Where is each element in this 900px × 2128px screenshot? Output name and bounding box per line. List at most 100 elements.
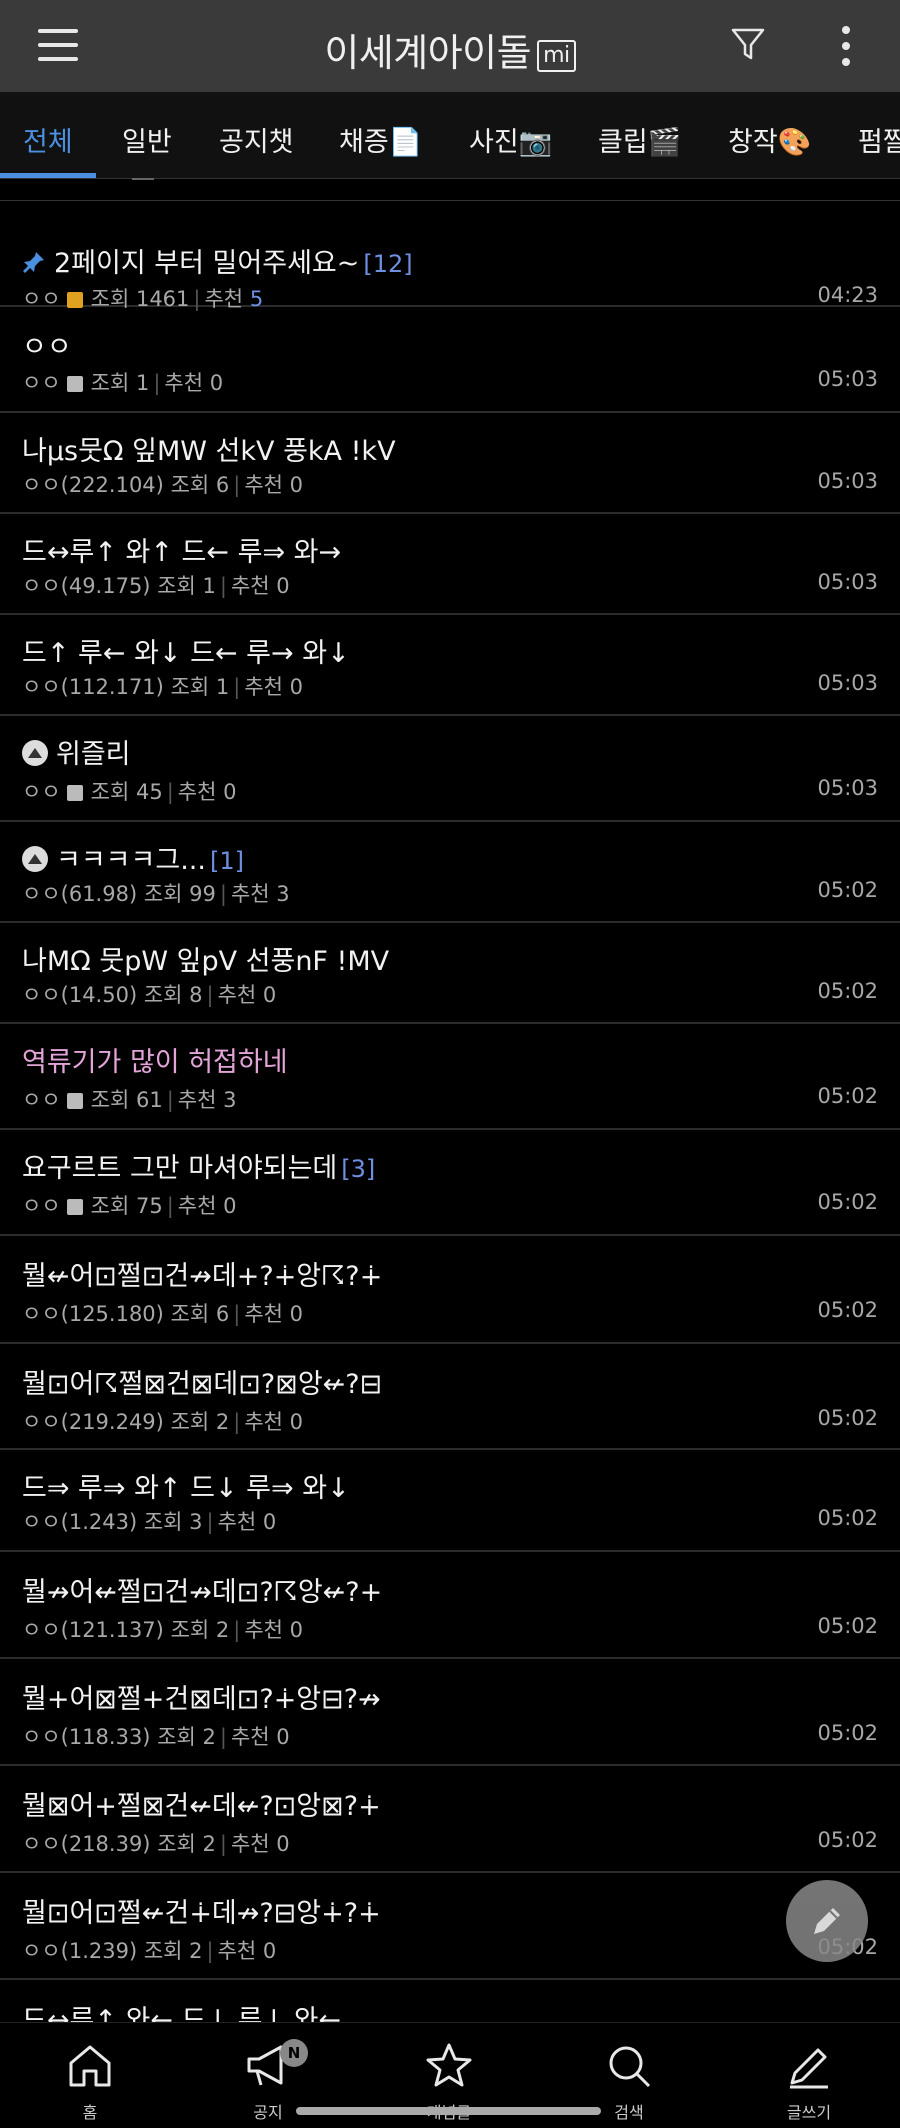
post-title-text: 뭘⊡어⊡쩔↚건∔데↛?⊟앙∔?∔ — [22, 1898, 381, 1929]
post-title: 뭘↛어↚쩔⊡건↛데⊡?☈앙↚?+ — [22, 1570, 382, 1609]
post-title-text: 요구르트 그만 마셔야되는데 — [22, 1153, 338, 1184]
tab-clip[interactable]: 클립🎬 — [598, 120, 681, 159]
post-author: ㅇㅇ(218.39) — [22, 1832, 151, 1856]
system-home-indicator[interactable] — [296, 2107, 601, 2115]
recommend-count: 추천 0 — [244, 1410, 304, 1434]
list-item[interactable]: 뭘⊡어⊡쩔↚건∔데↛?⊟앙∔?∔ ㅇㅇ(1.239) 조회 2|추천 0 05:… — [0, 1873, 900, 1980]
post-time: 05:02 — [817, 1190, 878, 1214]
list-item[interactable]: 드↑ 루← 와↓ 드← 루→ 와↓ ㅇㅇ(112.171) 조회 1 | 추천 0 … — [0, 615, 900, 716]
comment-count: [3] — [341, 1155, 376, 1183]
post-author: ㅇㅇ — [22, 1194, 61, 1218]
list-item[interactable]: 뭘⊠어+쩔⊠건↚데↚?⊡앙⊠?∔ ㅇㅇ(218.39) 조회 2 | 추천 0 05… — [0, 1766, 900, 1873]
post-title-text: 위즐리 — [56, 739, 131, 770]
tab-photo[interactable]: 사진📷 — [469, 120, 552, 159]
recommend-count: 추천 0 — [244, 473, 304, 497]
more-options-icon[interactable] — [842, 26, 850, 74]
recommend-count: 추천 0 — [217, 1939, 277, 1963]
write-post-button[interactable] — [786, 1880, 868, 1962]
pencil-icon — [814, 1908, 840, 1934]
post-title: 역류기가 많이 허접하네 — [22, 1040, 288, 1079]
post-time: 05:03 — [817, 367, 878, 391]
post-meta: ㅇㅇ(121.137) 조회 2 | 추천 0 — [22, 1618, 304, 1642]
list-item[interactable]: 뭘↛어↚쩔⊡건↛데⊡?☈앙↚?+ ㅇㅇ(121.137) 조회 2 | 추천 0 0… — [0, 1552, 900, 1659]
post-title-text: 뭘↚어⊡쩔⊡건↛데+?∔앙☈?∔ — [22, 1261, 383, 1292]
half-fixed-nick-icon — [66, 1199, 83, 1215]
post-meta: ㅇㅇ(125.180) 조회 6 | 추천 0 — [22, 1302, 304, 1326]
post-title-text: ㅇㅇ — [22, 332, 72, 363]
top-app-bar: 이세계아이돌 mi — [0, 0, 900, 92]
filter-icon[interactable] — [730, 26, 766, 66]
list-item[interactable]: 역류기가 많이 허접하네 ㅇㅇ 조회 61 | 추천 3 05:02 — [0, 1024, 900, 1130]
post-meta: ㅇㅇ(218.39) 조회 2 | 추천 0 — [22, 1832, 290, 1856]
post-title: 뭘↚어⊡쩔⊡건↛데+?∔앙☈?∔ — [22, 1254, 382, 1293]
minor-gallery-badge: mi — [537, 40, 576, 72]
post-title-text: 드⇒ 루⇒ 와↑ 드↓ 루⇒ 와↓ — [22, 1473, 350, 1504]
recommend-count: 추천 0 — [177, 780, 237, 804]
list-item[interactable]: 뭘+어⊠쩔+건⊠데⊡?∔앙⊟?↛ ㅇㅇ(118.33) 조회 2 | 추천 0 05… — [0, 1659, 900, 1766]
nav-write[interactable]: 글쓰기 — [749, 2041, 869, 2123]
list-item[interactable]: 위즐리 ㅇㅇ 조회 45 | 추천 0 05:03 — [0, 716, 900, 822]
list-item[interactable]: 뭘↚어⊡쩔⊡건↛데+?∔앙☈?∔ ㅇㅇ(125.180) 조회 6 | 추천 0 0… — [0, 1236, 900, 1344]
tab-evidence[interactable]: 채증📄 — [339, 120, 422, 159]
tab-all[interactable]: 전체 — [23, 120, 73, 159]
view-count: 조회 2 — [170, 1410, 230, 1434]
post-title: 2페이지 부터 밀어주세요~ [12] — [22, 241, 413, 280]
post-meta: ㅇㅇ(219.249) 조회 2 | 추천 0 — [22, 1410, 304, 1434]
list-item[interactable]: 나MΩ 뭇pW 잎pV 선풍nF !MV ㅇㅇ(14.50) 조회 8 | 추천 0… — [0, 923, 900, 1024]
post-author: ㅇㅇ(14.50) — [22, 983, 138, 1007]
post-title-text: 나MΩ 뭇pW 잎pV 선풍nF !MV — [22, 946, 390, 977]
image-post-icon — [22, 740, 48, 766]
post-title-text: 뭘↛어↚쩔⊡건↛데⊡?☈앙↚?+ — [22, 1577, 383, 1608]
list-item[interactable]: 요구르트 그만 마셔야되는데 [3] ㅇㅇ 조회 75 | 추천 0 05:02 — [0, 1130, 900, 1236]
nav-home[interactable]: 홈 — [30, 2041, 150, 2123]
tab-creation[interactable]: 창작🎨 — [728, 120, 811, 159]
post-title: ㅋㅋㅋㅋ그... [1] — [22, 838, 244, 877]
post-time: 05:03 — [817, 671, 878, 695]
home-icon — [69, 2045, 111, 2087]
post-meta: ㅇㅇ(49.175) 조회 1 | 추천 0 — [22, 574, 290, 598]
tab-notice-chat[interactable]: 공지챗 — [219, 120, 294, 159]
recommend-count: 추천 0 — [230, 1725, 290, 1749]
post-meta: ㅇㅇ 조회 1 | 추천 0 — [22, 371, 224, 395]
list-item[interactable]: 2페이지 부터 밀어주세요~ [12] ㅇㅇ 조회 1461 | 추천 5 04:23 — [0, 201, 900, 311]
tab-general[interactable]: 일반 — [122, 120, 172, 159]
post-title: 위즐리 — [22, 732, 131, 771]
post-meta: ㅇㅇ(118.33) 조회 2 | 추천 0 — [22, 1725, 290, 1749]
recommend-count: 추천 0 — [217, 983, 277, 1007]
view-count: 조회 8 — [143, 983, 203, 1007]
recommend-count: 추천 0 — [217, 1510, 277, 1534]
recommend-count: 추천 0 — [244, 1618, 304, 1642]
post-title: 뭘⊡어⊡쩔↚건∔데↛?⊟앙∔?∔ — [22, 1891, 381, 1930]
post-title: 뭘+어⊠쩔+건⊠데⊡?∔앙⊟?↛ — [22, 1677, 381, 1716]
list-item[interactable]: 뭘⊡어☈쩔⊠건⊠데⊡?⊠앙↚?⊟ ㅇㅇ(219.249) 조회 2 | 추천 0 0… — [0, 1344, 900, 1450]
list-item[interactable]: ㅇㅇ ㅇㅇ 조회 1 | 추천 0 05:03 — [0, 307, 900, 413]
tab-repost[interactable]: 펌짤 — [858, 120, 900, 159]
post-meta: ㅇㅇ(14.50) 조회 8 | 추천 0 — [22, 983, 277, 1007]
category-tabs: 전체 일반 공지챗 채증📄 사진📷 클립🎬 창작🎨 펌짤 — [0, 92, 900, 179]
post-meta: ㅇㅇ(1.243) 조회 3 | 추천 0 — [22, 1510, 277, 1534]
pencil-icon — [790, 2048, 828, 2089]
view-count: 조회 6 — [170, 473, 230, 497]
view-count: 조회 2 — [170, 1618, 230, 1642]
post-time: 05:02 — [817, 979, 878, 1003]
post-title: 뭘⊠어+쩔⊠건↚데↚?⊡앙⊠?∔ — [22, 1784, 381, 1823]
comment-count: [1] — [209, 847, 244, 875]
post-title: 요구르트 그만 마셔야되는데 [3] — [22, 1146, 375, 1185]
post-time: 05:02 — [817, 878, 878, 902]
post-author: ㅇㅇ(49.175) — [22, 574, 151, 598]
gallery-title-text: 이세계아이돌 — [324, 31, 532, 75]
post-time: 05:02 — [817, 1298, 878, 1322]
list-item[interactable]: 드⇒ 루⇒ 와↑ 드↓ 루⇒ 와↓ ㅇㅇ(1.243) 조회 3 | 추천 0 05… — [0, 1450, 900, 1552]
post-time: 04:23 — [817, 283, 878, 307]
post-author: ㅇㅇ — [22, 780, 61, 804]
recommend-count: 추천 0 — [244, 1302, 304, 1326]
post-meta: ㅇㅇ(1.239) 조회 2 | 추천 0 — [22, 1939, 277, 1963]
list-item[interactable]: 나µs뭇Ω 잎MW 선kV 풍kA !kV ㅇㅇ(222.104) 조회 6 | 추… — [0, 413, 900, 514]
post-author: ㅇㅇ(61.98) — [22, 882, 138, 906]
post-title: 나MΩ 뭇pW 잎pV 선풍nF !MV — [22, 939, 389, 978]
list-item[interactable]: 드↔루↑ 와↑ 드← 루⇒ 와→ ㅇㅇ(49.175) 조회 1 | 추천 0 05… — [0, 514, 900, 615]
post-meta: ㅇㅇ(61.98) 조회 99 | 추천 3 — [22, 882, 290, 906]
view-count: 조회 2 — [143, 1939, 203, 1963]
recommend-count: 추천 3 — [177, 1088, 237, 1112]
list-item[interactable]: ㅋㅋㅋㅋ그... [1] ㅇㅇ(61.98) 조회 99 | 추천 3 05:02 — [0, 822, 900, 923]
